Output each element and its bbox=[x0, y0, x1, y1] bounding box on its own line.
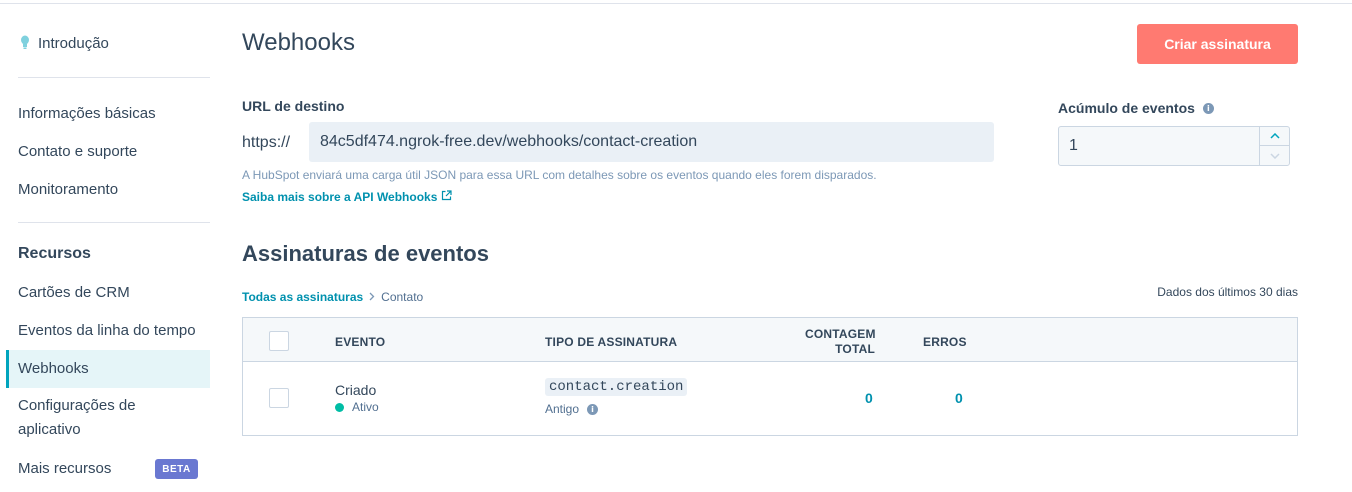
subscription-type-legacy-label: Antigo bbox=[545, 402, 580, 416]
create-subscription-button[interactable]: Criar assinatura bbox=[1137, 24, 1298, 64]
column-header-event[interactable]: EVENTO bbox=[335, 335, 385, 349]
breadcrumb-all-subscriptions[interactable]: Todas as assinaturas bbox=[242, 290, 363, 304]
sidebar-divider bbox=[18, 222, 210, 223]
sidebar-item-mais-recursos[interactable]: Mais recursos bbox=[18, 460, 111, 477]
sidebar: Introdução Informações básicas Contato e… bbox=[0, 0, 212, 492]
status-label: Ativo bbox=[352, 400, 379, 414]
sidebar-item-monitoramento[interactable]: Monitoramento bbox=[18, 181, 118, 198]
subscriptions-table: EVENTO TIPO DE ASSINATURA CONTAGEM TOTAL… bbox=[242, 317, 1298, 436]
sidebar-item-eventos-linha-tempo[interactable]: Eventos da linha do tempo bbox=[18, 322, 196, 339]
status-badge: Ativo bbox=[335, 400, 379, 414]
breadcrumb: Todas as assinaturas Contato bbox=[242, 290, 423, 304]
event-accumulation-label: Acúmulo de eventos i bbox=[1058, 100, 1214, 116]
sidebar-item-cartoes-crm[interactable]: Cartões de CRM bbox=[18, 284, 130, 301]
errors-value[interactable]: 0 bbox=[955, 390, 963, 406]
info-icon[interactable]: i bbox=[587, 403, 599, 415]
target-url-help: A HubSpot enviará uma carga útil JSON pa… bbox=[242, 168, 877, 182]
select-all-checkbox[interactable] bbox=[269, 331, 289, 351]
event-name: Criado bbox=[335, 382, 377, 398]
beta-badge: BETA bbox=[155, 459, 198, 479]
info-icon[interactable]: i bbox=[1202, 102, 1214, 114]
event-accumulation-input[interactable]: 1 bbox=[1058, 126, 1290, 166]
chevron-down-icon[interactable] bbox=[1260, 146, 1289, 165]
sidebar-item-informacoes-basicas[interactable]: Informações básicas bbox=[18, 105, 156, 122]
column-header-errors[interactable]: ERROS bbox=[923, 335, 967, 349]
event-accumulation-value: 1 bbox=[1069, 137, 1078, 154]
sidebar-item-contato-suporte[interactable]: Contato e suporte bbox=[18, 143, 137, 160]
table-header: EVENTO TIPO DE ASSINATURA CONTAGEM TOTAL… bbox=[243, 318, 1297, 362]
external-link-icon bbox=[441, 190, 453, 204]
subscription-type-code: contact.creation bbox=[545, 378, 688, 396]
status-dot bbox=[335, 402, 344, 412]
sidebar-item-label: Introdução bbox=[38, 34, 109, 52]
target-url-input[interactable]: 84c5df474.ngrok-free.dev/webhooks/contac… bbox=[309, 122, 994, 162]
column-header-total-count[interactable]: CONTAGEM TOTAL bbox=[805, 327, 876, 357]
subscription-type-sub: Antigo i bbox=[545, 402, 599, 416]
lightbulb-icon bbox=[18, 34, 32, 52]
webhooks-api-link[interactable]: Saiba mais sobre a API Webhooks bbox=[242, 190, 453, 204]
column-header-total-count-line2: TOTAL bbox=[835, 342, 875, 356]
chevron-right-icon bbox=[369, 290, 375, 304]
sidebar-item-configuracoes-aplicativo[interactable]: Configurações de aplicativo bbox=[18, 394, 168, 442]
chevron-up-icon[interactable] bbox=[1260, 127, 1289, 146]
url-prefix: https:// bbox=[242, 134, 291, 151]
breadcrumb-current: Contato bbox=[381, 290, 424, 304]
target-url-label: URL de destino bbox=[242, 98, 345, 114]
event-accumulation-label-text: Acúmulo de eventos bbox=[1058, 100, 1195, 116]
data-range-text: Dados dos últimos 30 dias bbox=[1157, 285, 1298, 299]
row-checkbox[interactable] bbox=[269, 388, 289, 408]
sidebar-divider bbox=[18, 77, 210, 78]
sidebar-heading-recursos: Recursos bbox=[18, 245, 91, 262]
total-count-value[interactable]: 0 bbox=[865, 390, 873, 406]
page-title: Webhooks bbox=[242, 29, 355, 56]
quantity-stepper bbox=[1259, 127, 1289, 165]
webhooks-api-link-label: Saiba mais sobre a API Webhooks bbox=[242, 190, 438, 204]
sidebar-item-label: Webhooks bbox=[18, 360, 89, 377]
column-header-total-count-line1: CONTAGEM bbox=[805, 327, 876, 341]
target-url-value: 84c5df474.ngrok-free.dev/webhooks/contac… bbox=[320, 133, 698, 150]
sidebar-item-introducao[interactable]: Introdução bbox=[18, 34, 109, 52]
column-header-type[interactable]: TIPO DE ASSINATURA bbox=[545, 335, 677, 349]
event-subscriptions-title: Assinaturas de eventos bbox=[242, 241, 489, 266]
